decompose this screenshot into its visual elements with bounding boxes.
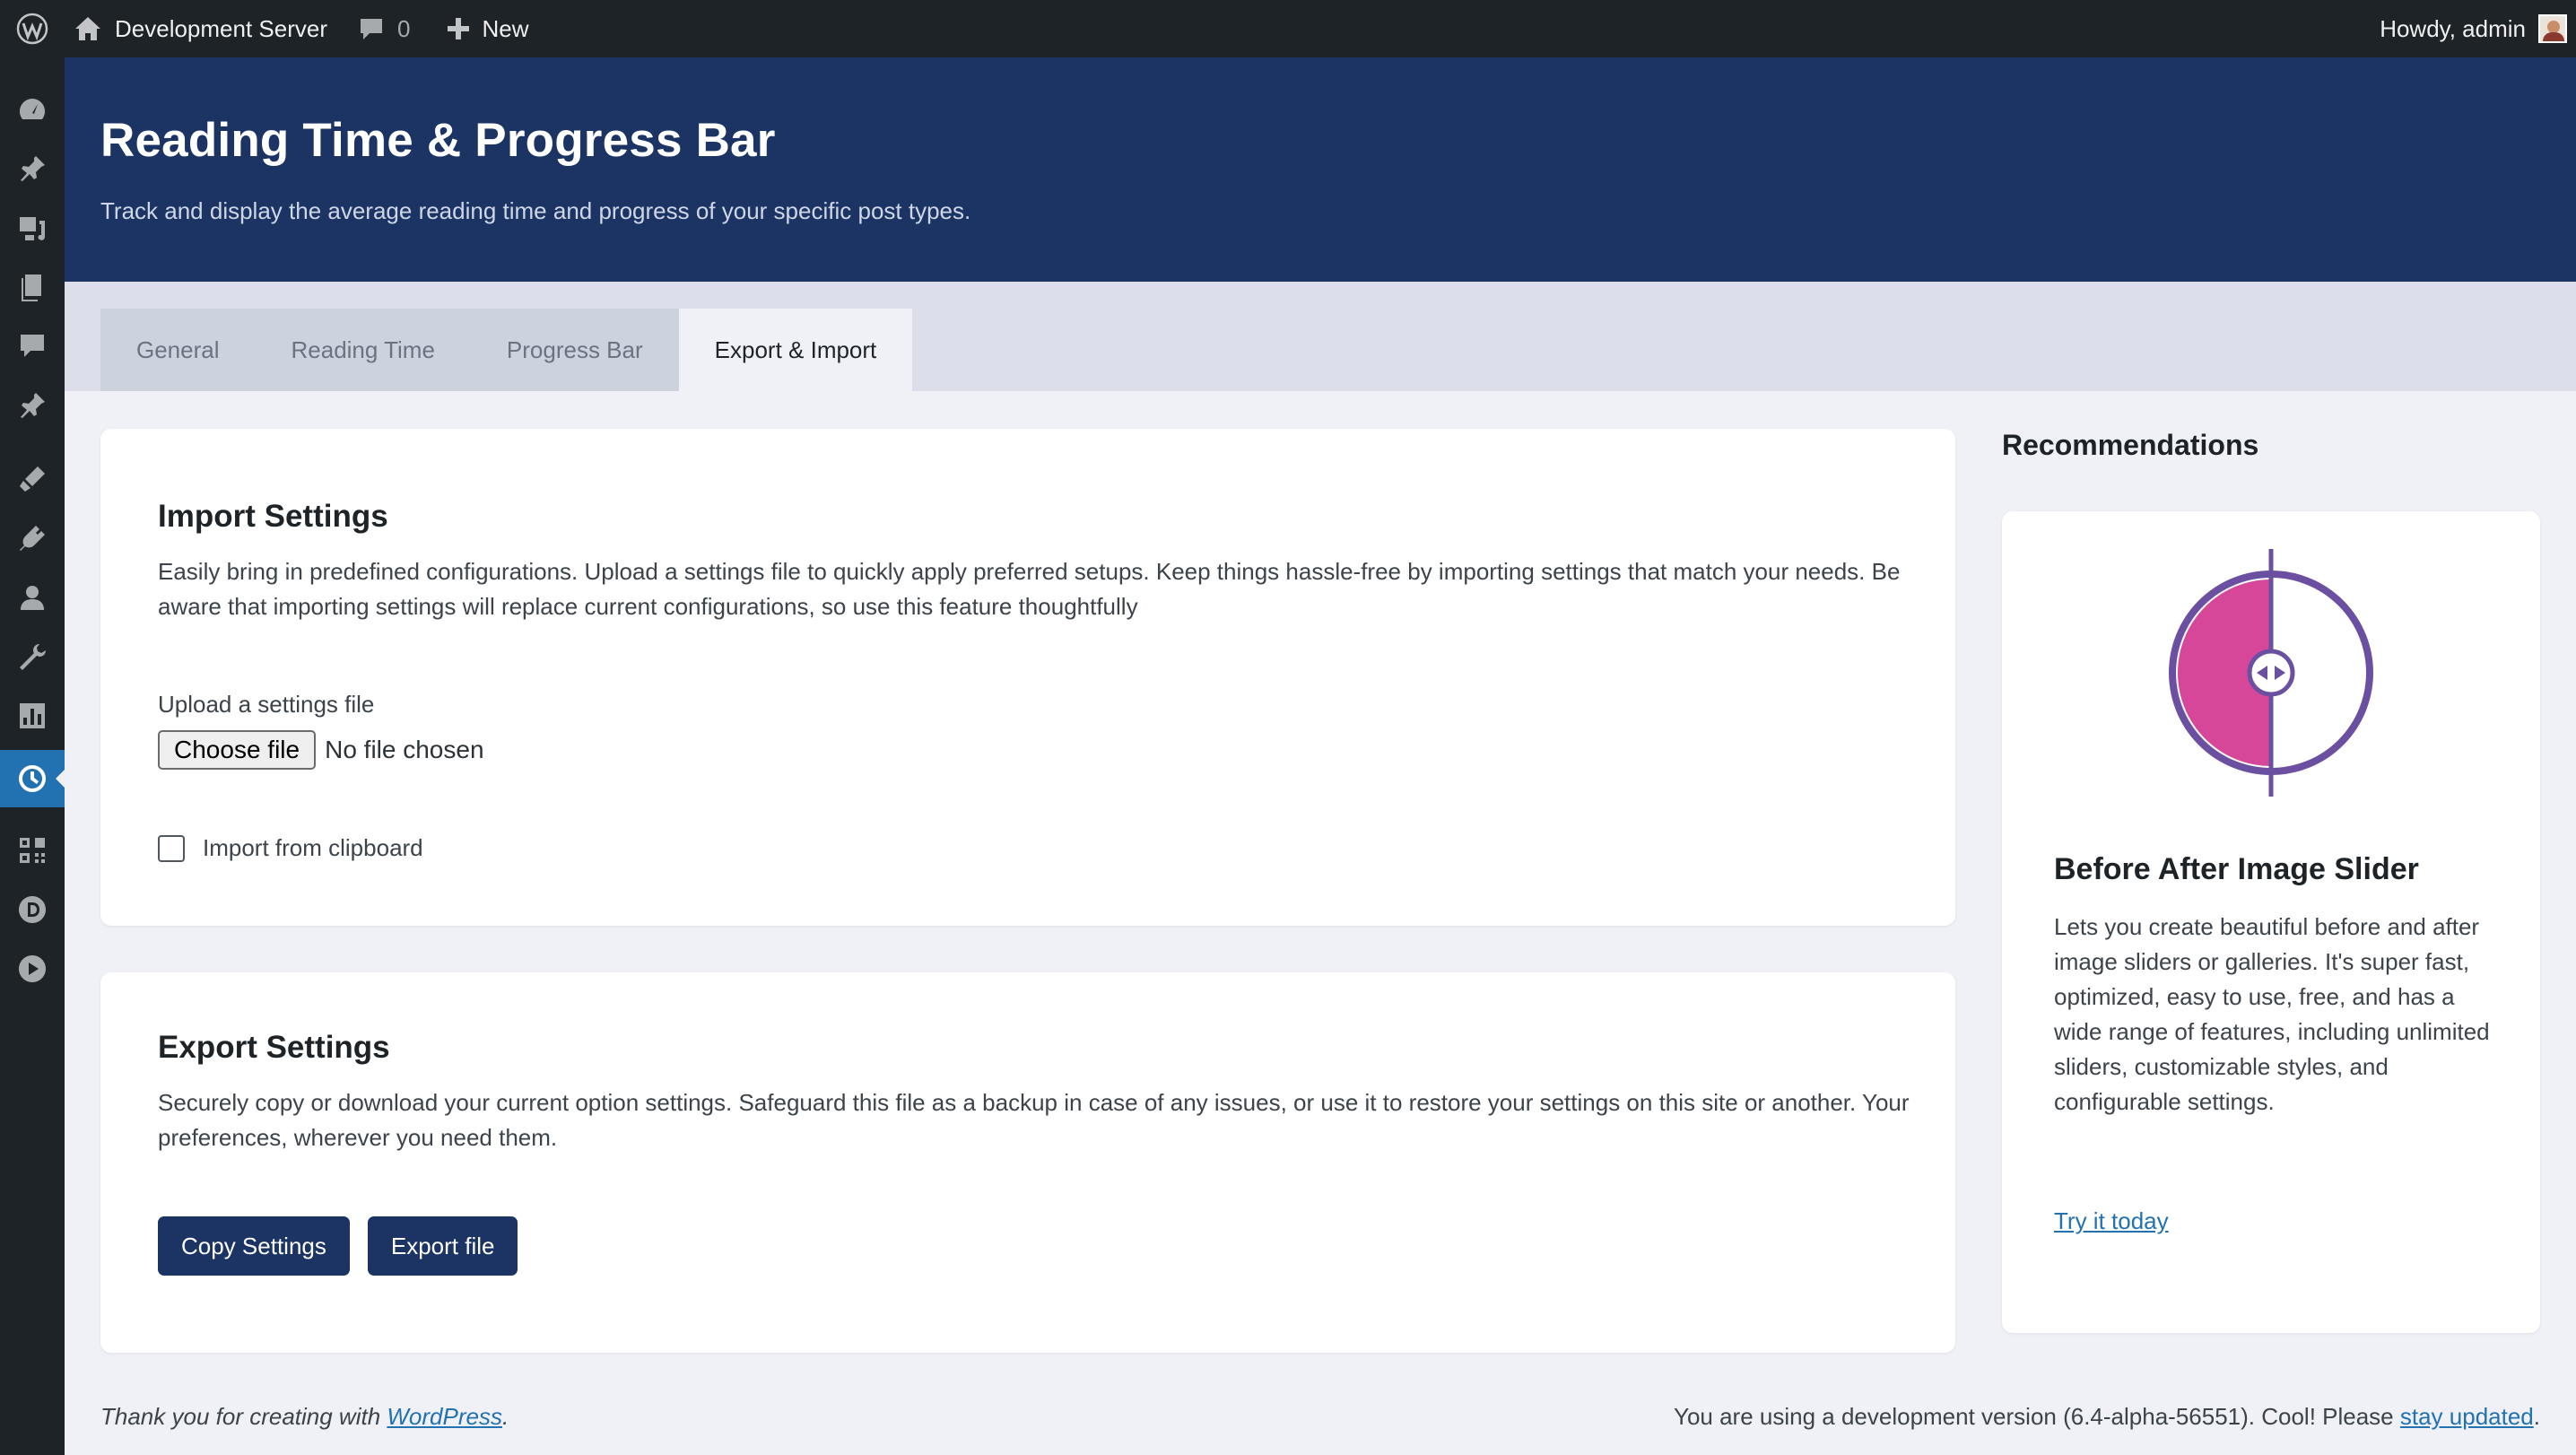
tab-reading-time[interactable]: Reading Time [255,309,471,391]
choose-file-button[interactable]: Choose file [158,730,317,770]
comments-count: 0 [397,14,411,42]
import-from-clipboard-option: Import from clipboard [158,834,423,862]
before-after-slider-logo-icon [2163,549,2379,797]
tab-export-import[interactable]: Export & Import [678,309,913,391]
users-icon[interactable] [0,572,65,623]
import-settings-title: Import Settings [158,499,388,534]
import-from-clipboard-label[interactable]: Import from clipboard [203,834,423,862]
d-icon[interactable] [0,884,65,935]
pin-icon[interactable] [0,380,65,431]
avatar [2538,14,2567,43]
page-subtitle: Track and display the average reading ti… [100,197,971,224]
recommendation-card: Before After Image Slider Lets you creat… [2002,511,2540,1333]
page-header: Reading Time & Progress Bar Track and di… [65,57,2576,282]
import-from-clipboard-checkbox[interactable] [158,834,185,862]
recommendation-title: Before After Image Slider [2054,852,2419,886]
stay-updated-link[interactable]: stay updated [2400,1403,2534,1430]
media-icon[interactable] [0,203,65,253]
footer-thankyou-suffix: . [501,1403,509,1430]
try-it-today-link[interactable]: Try it today [2054,1207,2169,1235]
export-settings-title: Export Settings [158,1030,390,1065]
play-icon[interactable] [0,944,65,994]
my-account[interactable]: Howdy, admin [2380,0,2567,57]
file-input: Choose file No file chosen [158,730,484,770]
recommendations-heading: Recommendations [2002,429,2259,461]
tab-general[interactable]: General [100,309,256,391]
settings-tabs-bar: General Reading Time Progress Bar Export… [65,282,2576,391]
wordpress-logo-icon[interactable] [0,0,65,57]
footer-version: You are using a development version (6.4… [1674,1403,2540,1431]
no-file-chosen-text: No file chosen [325,736,484,763]
appearance-icon[interactable] [0,454,65,504]
footer-version-text: You are using a development version (6.4… [1673,1403,2400,1430]
main-content: Reading Time & Progress Bar Track and di… [65,57,2576,1455]
plugins-icon[interactable] [0,513,65,563]
comment-bubble-icon [358,15,385,42]
greeting-text: Howdy, admin [2380,14,2526,42]
new-content-link[interactable]: New [422,0,541,57]
posts-icon[interactable] [0,144,65,194]
copy-settings-button[interactable]: Copy Settings [158,1216,350,1276]
tools-icon[interactable] [0,632,65,682]
export-settings-description: Securely copy or download your current o… [158,1089,1910,1151]
site-name-label: Development Server [115,14,327,42]
site-name-link[interactable]: Development Server [65,0,340,57]
settings-icon[interactable] [0,691,65,741]
wordpress-link[interactable]: WordPress [387,1403,502,1430]
upload-settings-label: Upload a settings file [158,691,375,718]
footer-thankyou-text: Thank you for creating with [100,1403,387,1430]
export-settings-card: Export Settings Securely copy or downloa… [100,972,1955,1353]
plus-icon [446,16,471,41]
comments-link[interactable]: 0 [340,0,422,57]
comments-icon[interactable] [0,321,65,371]
import-settings-description: Easily bring in predefined configuration… [158,558,1901,620]
clock-icon[interactable] [0,750,65,807]
recommendation-description: Lets you create beautiful before and aft… [2054,913,2490,1115]
home-icon [74,15,102,42]
dashboard-icon[interactable] [0,84,65,135]
new-label: New [482,14,529,42]
pages-icon[interactable] [0,262,65,312]
page-title: Reading Time & Progress Bar [100,114,776,167]
import-settings-card: Import Settings Easily bring in predefin… [100,429,1955,926]
footer-thankyou: Thank you for creating with WordPress. [100,1403,509,1431]
grid-icon[interactable] [0,825,65,876]
settings-tabs: General Reading Time Progress Bar Export… [100,309,913,391]
export-actions: Copy Settings Export file [158,1216,535,1276]
export-file-button[interactable]: Export file [367,1216,518,1276]
admin-menu [0,57,65,1455]
tab-progress-bar[interactable]: Progress Bar [470,309,679,391]
footer-version-suffix: . [2533,1403,2540,1430]
admin-bar: Development Server 0 New Howdy, admin [0,0,2576,57]
